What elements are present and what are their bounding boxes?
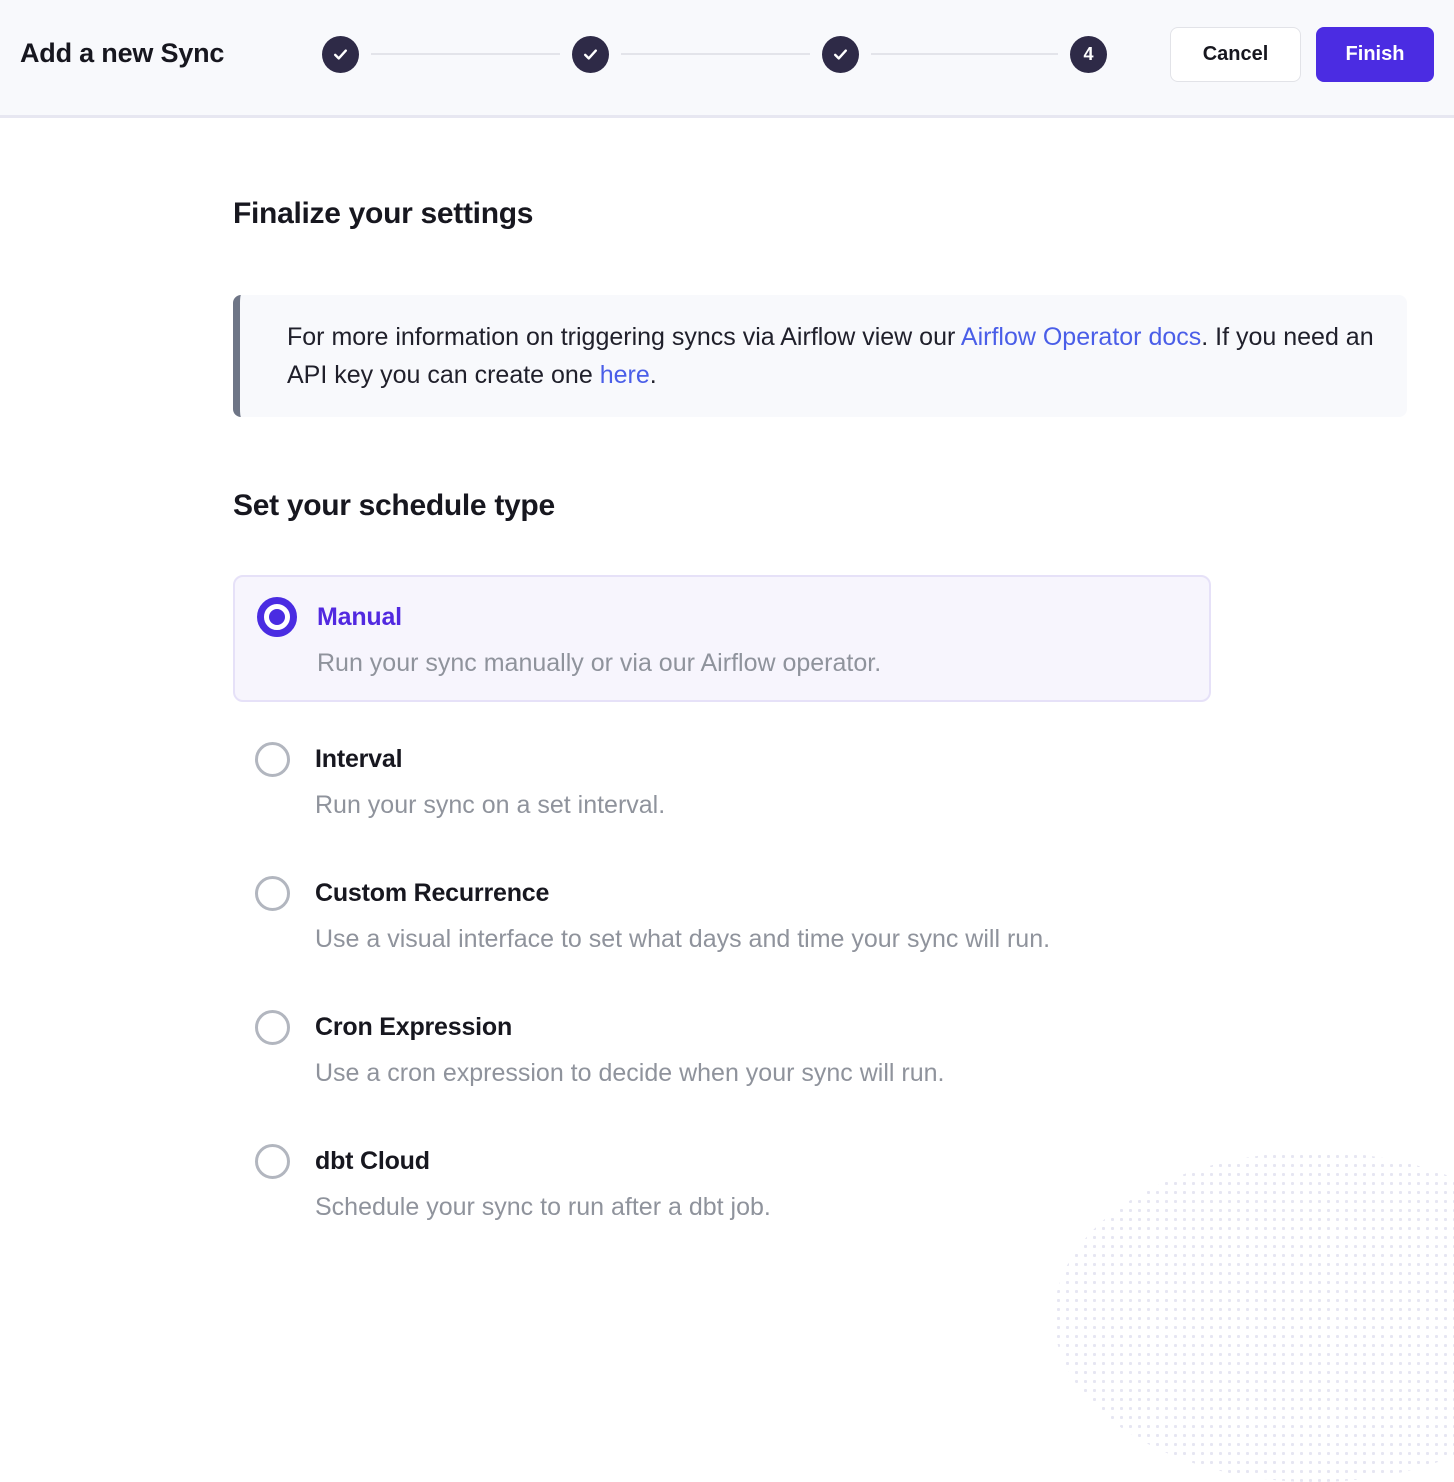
stepper-step-2-complete[interactable]: [572, 36, 609, 73]
option-text: Cron Expression Use a cron expression to…: [315, 1008, 944, 1090]
stepper-connector: [871, 53, 1058, 55]
airflow-operator-docs-link[interactable]: Airflow Operator docs: [961, 323, 1201, 351]
stepper-connector: [371, 53, 560, 55]
finish-button[interactable]: Finish: [1316, 27, 1434, 82]
main-content: Finalize your settings For more informat…: [0, 121, 1454, 1272]
option-description-cron-expression: Use a cron expression to decide when you…: [315, 1056, 944, 1090]
radio-unselected-interval[interactable]: [255, 742, 290, 777]
radio-column: [255, 874, 315, 911]
option-description-interval: Run your sync on a set interval.: [315, 788, 665, 822]
page-title: Add a new Sync: [20, 38, 224, 69]
callout-text: .: [650, 361, 657, 389]
option-label-interval: Interval: [315, 743, 665, 775]
radio-unselected-cron-expression[interactable]: [255, 1010, 290, 1045]
schedule-option-cron-expression[interactable]: Cron Expression Use a cron expression to…: [255, 1008, 1407, 1090]
radio-unselected-dbt-cloud[interactable]: [255, 1144, 290, 1179]
schedule-option-manual[interactable]: Manual Run your sync manually or via our…: [233, 575, 1211, 702]
radio-unselected-custom-recurrence[interactable]: [255, 876, 290, 911]
option-label-manual: Manual: [317, 601, 881, 633]
create-api-key-link[interactable]: here: [600, 361, 650, 389]
stepper-step-1-complete[interactable]: [322, 36, 359, 73]
callout-text: For more information on triggering syncs…: [287, 323, 961, 351]
radio-column: [255, 1008, 315, 1045]
radio-selected-manual[interactable]: [257, 597, 297, 637]
radio-column: [255, 740, 315, 777]
schedule-option-dbt-cloud[interactable]: dbt Cloud Schedule your sync to run afte…: [255, 1142, 1407, 1224]
option-text: Interval Run your sync on a set interval…: [315, 740, 665, 822]
cancel-button[interactable]: Cancel: [1170, 27, 1301, 82]
stepper-step-4-current: 4: [1070, 36, 1107, 73]
check-icon: [332, 46, 349, 63]
stepper-step-3-complete[interactable]: [822, 36, 859, 73]
option-text: Custom Recurrence Use a visual interface…: [315, 874, 1050, 956]
option-label-cron-expression: Cron Expression: [315, 1011, 944, 1043]
option-label-custom-recurrence: Custom Recurrence: [315, 877, 1050, 909]
stepper-connector: [621, 53, 810, 55]
step-number: 4: [1083, 44, 1093, 65]
radio-column: [255, 1142, 315, 1179]
schedule-type-heading: Set your schedule type: [233, 489, 1407, 523]
schedule-type-options: Manual Run your sync manually or via our…: [233, 575, 1407, 1224]
option-text: dbt Cloud Schedule your sync to run afte…: [315, 1142, 771, 1224]
wizard-header: Add a new Sync 4 Cancel Finish: [0, 0, 1454, 118]
check-icon: [832, 46, 849, 63]
schedule-option-custom-recurrence[interactable]: Custom Recurrence Use a visual interface…: [255, 874, 1407, 956]
check-icon: [582, 46, 599, 63]
option-description-dbt-cloud: Schedule your sync to run after a dbt jo…: [315, 1190, 771, 1224]
airflow-info-callout: For more information on triggering syncs…: [233, 295, 1407, 417]
option-text: Manual Run your sync manually or via our…: [317, 597, 881, 680]
finalize-settings-heading: Finalize your settings: [233, 197, 1407, 231]
option-label-dbt-cloud: dbt Cloud: [315, 1145, 771, 1177]
schedule-option-interval[interactable]: Interval Run your sync on a set interval…: [255, 740, 1407, 822]
radio-column: [257, 597, 317, 637]
option-description-custom-recurrence: Use a visual interface to set what days …: [315, 922, 1050, 956]
option-description-manual: Run your sync manually or via our Airflo…: [317, 646, 881, 680]
